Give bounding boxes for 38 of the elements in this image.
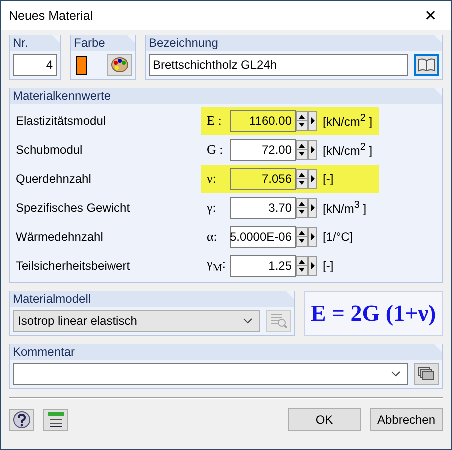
unit-label: [-] [323,258,334,272]
value-field[interactable]: 1160.00 [230,110,296,132]
dialog-button[interactable]: Abbrechen [370,408,443,431]
value-field[interactable]: 72.00 [230,138,296,160]
model-dropdown[interactable]: Isotrop linear elastisch [13,310,260,332]
symbol-label: E : [207,112,223,128]
property-label: Schubmodul [16,142,84,156]
symbol-label: γ: [207,200,218,216]
unit-label: [1/°C] [323,230,354,244]
group-title: Kommentar [13,345,76,359]
number-field[interactable]: 4 [13,54,57,76]
window-title: Neues Material [9,8,94,22]
property-label: Teilsicherheitsbeiwert [16,258,132,272]
group-title: Materialmodell [13,292,92,306]
group-title: Farbe [74,36,106,50]
unit-label: [kN/cm$^{2}$ ] [323,112,373,128]
close-button[interactable]: ✕ [411,1,451,30]
property-label: Elastizitätsmodul [16,114,108,128]
value-field[interactable]: 3.70 [230,196,296,218]
symbol-label: α: [207,228,218,244]
name-field[interactable]: Brettschichtholz GL24h [149,54,408,76]
value-field[interactable]: 7.056 [230,168,296,190]
unit-label: [kN/m$^{3}$ ] [323,200,367,216]
unit-label: [-] [323,172,334,186]
group-title: Materialkennwerte [13,89,112,103]
symbol-label: ν: [207,170,218,186]
property-label: Wärmedehnzahl [16,230,104,244]
value-field[interactable]: 1.25 [230,254,296,276]
group-title: Bezeichnung [149,36,218,50]
property-label: Querdehnzahl [16,172,92,186]
unit-label: [kN/cm$^{2}$ ] [323,142,373,158]
symbol-label: G : [207,142,224,158]
property-label: Spezifisches Gewicht [16,200,132,214]
symbol-label: γ$_{M}$: [207,256,228,275]
formula-text: E = 2G (1+ν) [304,291,443,336]
group-title: Nr. [13,36,28,50]
dialog-button[interactable]: OK [288,408,361,431]
value-field[interactable]: 5.0000E-06 [230,226,296,248]
